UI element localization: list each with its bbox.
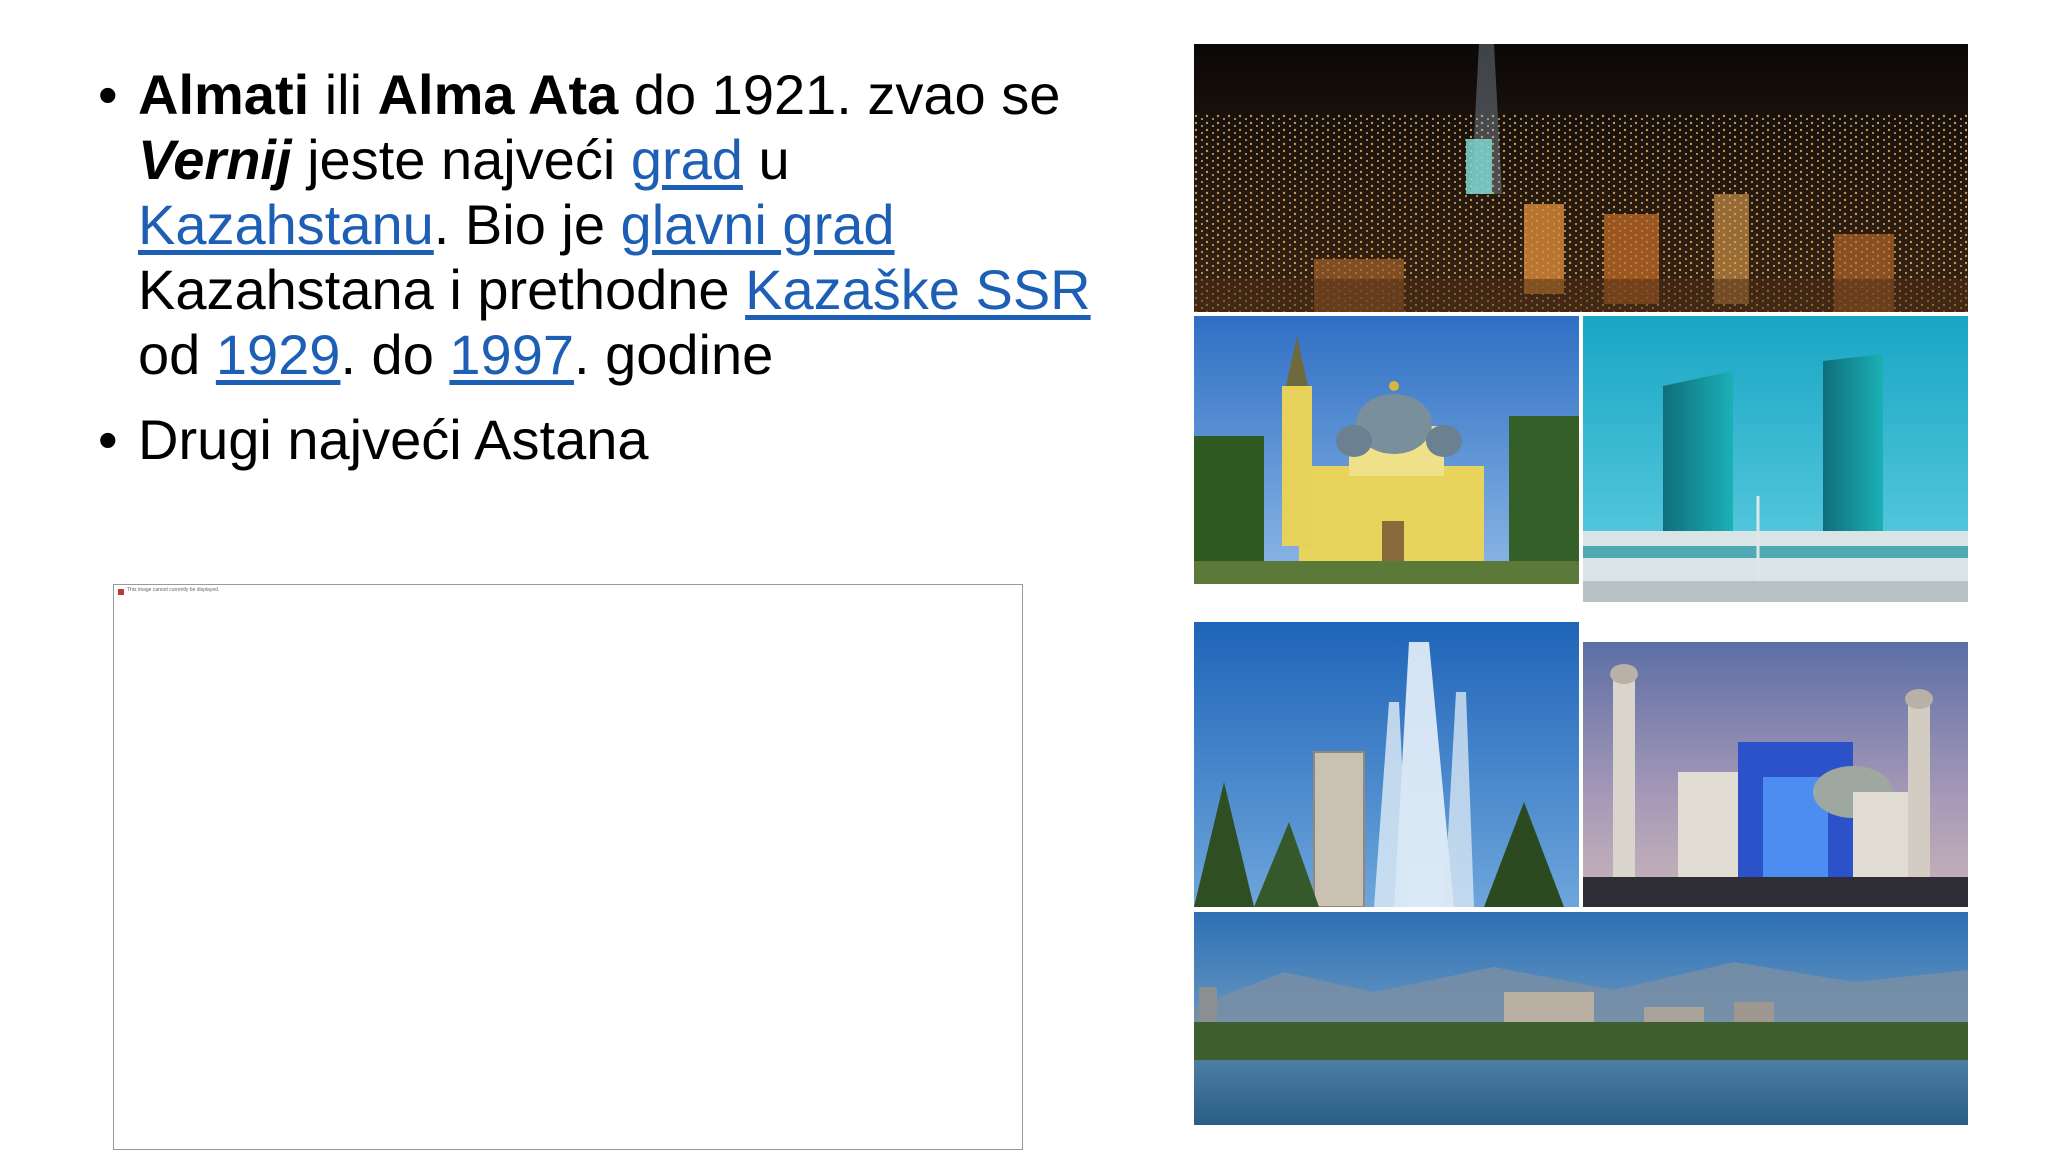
text-bio: . Bio je xyxy=(433,193,621,256)
term-vernij: Vernij xyxy=(138,128,292,191)
link-1929[interactable]: 1929 xyxy=(216,323,341,386)
term-alma-ata: Alma Ata xyxy=(377,63,619,126)
bullet-almati: Almati ili Alma Ata do 1921. zvao se Ver… xyxy=(98,62,1098,387)
link-1997[interactable]: 1997 xyxy=(449,323,574,386)
slide: Almati ili Alma Ata do 1921. zvao se Ver… xyxy=(0,0,2048,1152)
bullet-list: Almati ili Alma Ata do 1921. zvao se Ver… xyxy=(98,62,1098,472)
text-od: od xyxy=(138,323,216,386)
photo-twin-towers xyxy=(1583,316,1968,602)
broken-image-alt-text: This image cannot currently be displayed… xyxy=(127,587,220,593)
photo-mosque xyxy=(1583,642,1968,907)
text-kazahstana: Kazahstana i prethodne xyxy=(138,258,746,321)
link-grad[interactable]: grad xyxy=(631,128,743,191)
photo-collage xyxy=(1194,44,1968,1125)
text-u: u xyxy=(742,128,790,191)
text-do: . do xyxy=(340,323,450,386)
bullet-astana: Drugi najveći Astana xyxy=(98,407,1098,472)
text-godine: . godine xyxy=(573,323,774,386)
photo-cathedral xyxy=(1194,316,1579,584)
text-zvao: do 1921. zvao se xyxy=(618,63,1061,126)
term-almati: Almati xyxy=(138,63,310,126)
photo-lake-panorama xyxy=(1194,912,1968,1125)
broken-image-icon xyxy=(118,589,124,595)
text-jeste: jeste najveći xyxy=(291,128,631,191)
photo-fountain xyxy=(1194,622,1579,907)
broken-image-placeholder: This image cannot currently be displayed… xyxy=(113,584,1023,1150)
text-ili: ili xyxy=(309,63,378,126)
photo-night-city xyxy=(1194,44,1968,312)
link-glavni-grad[interactable]: glavni grad xyxy=(621,193,895,256)
link-kazaske-ssr[interactable]: Kazaške SSR xyxy=(745,258,1091,321)
text-drugi-najveci: Drugi najveći Astana xyxy=(138,408,649,471)
link-kazahstanu[interactable]: Kazahstanu xyxy=(138,193,434,256)
